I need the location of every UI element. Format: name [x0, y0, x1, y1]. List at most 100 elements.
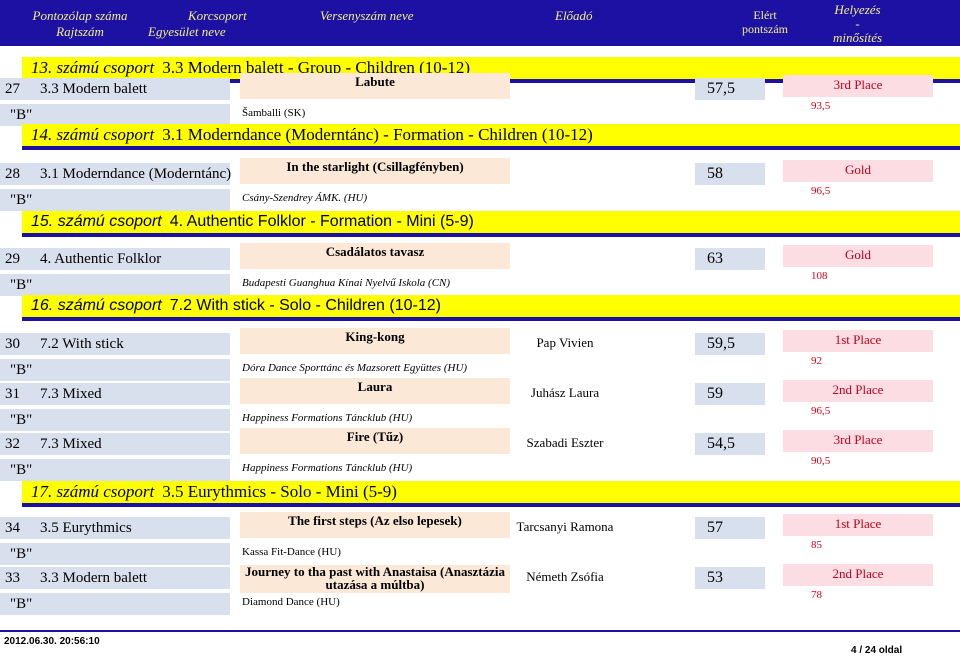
- entry-start-category: 27 3.3 Modern balett: [0, 78, 230, 100]
- piece-title: Fire (Tűz): [346, 429, 404, 444]
- club-name: Happiness Formations Táncklub (HU): [242, 462, 413, 474]
- header-rank-dash: -: [855, 16, 860, 31]
- entry-class-box: "B": [0, 189, 230, 211]
- group-name: 3.1 Moderndance (Moderntánc) - Formation…: [162, 125, 593, 144]
- place-badge: 2nd Place: [783, 564, 933, 586]
- start-number: 32: [5, 436, 20, 452]
- entry-start-category: 29 4. Authentic Folklor: [0, 248, 230, 270]
- footer-divider: [0, 630, 960, 632]
- entry-row: 29 4. Authentic Folklor "B" Csadálatos ta…: [0, 243, 960, 296]
- category-name: 7.2 With stick: [40, 336, 124, 352]
- points-value: 53: [695, 567, 765, 589]
- entry-class-box: "B": [0, 359, 230, 381]
- entry-class-box: "B": [0, 274, 230, 296]
- piece-box: Journey to tha past with Anastaisa (Anas…: [240, 565, 510, 593]
- entry-row: 27 3.3 Modern balett "B" Labute Šamballi …: [0, 73, 960, 126]
- place-badge: 3rd Place: [783, 430, 933, 452]
- piece-box: Laura: [240, 378, 510, 404]
- piece-title: The first steps (Az elso lepesek): [288, 513, 462, 528]
- performer-name: Németh Zsófia: [526, 569, 604, 584]
- points-value: 59,5: [695, 333, 765, 355]
- entry-row: 31 7.3 Mixed "B" Laura Happiness Formatio…: [0, 378, 960, 431]
- header-rank-column: Helyezés - minősítés: [815, 3, 900, 45]
- class-label: "B": [10, 277, 33, 293]
- entry-start-category: 28 3.1 Moderndance (Moderntánc): [0, 163, 232, 185]
- club-name: Csány-Szendrey ÁMK. (HU): [242, 192, 368, 204]
- start-number: 34: [5, 520, 20, 536]
- points-value: 57,5: [695, 78, 765, 100]
- entry-class-box: "B": [0, 593, 230, 615]
- group-number: 13. számú csoport: [31, 58, 155, 77]
- points-value: 63: [695, 248, 765, 270]
- score-value: 90,5: [811, 455, 831, 467]
- header-start-label: Rajtszám: [56, 24, 104, 39]
- category-name: 4. Authentic Folklor: [40, 251, 162, 267]
- group-number: 14. számú csoport: [31, 125, 155, 144]
- class-label: "B": [10, 462, 33, 478]
- group-number: 15. számú csoport: [31, 213, 162, 230]
- group-name: 4. Authentic Folklor - Formation - Mini …: [169, 213, 474, 230]
- header-club-label: Egyesület neve: [148, 24, 226, 39]
- group-header: 16. számú csoport 7.2 With stick - Solo -…: [22, 295, 960, 321]
- category-name: 3.1 Moderndance (Moderntánc): [40, 166, 232, 182]
- column-header-bar: Pontozólap száma Rajtszám Korcsoport Egy…: [0, 0, 960, 46]
- entry-start-category: 32 7.3 Mixed: [0, 433, 230, 455]
- start-number: 30: [5, 336, 20, 352]
- start-number: 29: [5, 251, 20, 267]
- group-name: 3.5 Eurythmics - Solo - Mini (5-9): [162, 482, 397, 501]
- header-points-sub-label: pontszám: [742, 22, 788, 36]
- club-name: Happiness Formations Táncklub (HU): [242, 412, 413, 424]
- header-category-label: Korcsoport: [188, 8, 247, 23]
- entry-start-category: 30 7.2 With stick: [0, 333, 230, 355]
- score-value: 96,5: [811, 185, 831, 197]
- group-header: 15. számú csoport 4. Authentic Folklor - …: [22, 211, 960, 237]
- category-name: 3.3 Modern balett: [40, 81, 148, 97]
- piece-box: King-kong: [240, 328, 510, 354]
- class-label: "B": [10, 107, 33, 123]
- header-rating-label: minősítés: [832, 30, 883, 45]
- page-number: 4 / 24 oldal: [851, 645, 903, 656]
- start-number: 28: [5, 166, 20, 182]
- entry-class-box: "B": [0, 459, 230, 481]
- header-points-column: Elért pontszám: [725, 8, 805, 36]
- category-name: 7.3 Mixed: [40, 436, 102, 452]
- entry-class-box: "B": [0, 409, 230, 431]
- club-name: Dóra Dance Sporttánc és Mazsorett Együtt…: [242, 362, 468, 374]
- entry-row: 34 3.5 Eurythmics "B" The first steps (Az…: [0, 512, 960, 565]
- entry-start-category: 33 3.3 Modern balett: [0, 567, 230, 589]
- club-name: Budapesti Guanghua Kínai Nyelvű Iskola (…: [242, 277, 451, 289]
- entry-row: 30 7.2 With stick "B" King-kong Dóra Danc…: [0, 328, 960, 381]
- club-name: Kassa Fit-Dance (HU): [242, 546, 341, 558]
- entry-class-box: "B": [0, 104, 230, 126]
- piece-title: In the starlight (Csillagfényben): [286, 159, 464, 174]
- entry-start-category: 34 3.5 Eurythmics: [0, 517, 230, 539]
- header-rank-label: Helyezés: [834, 2, 881, 17]
- group-header: 14. számú csoport 3.1 Moderndance (Modern…: [22, 124, 960, 150]
- class-label: "B": [10, 546, 33, 562]
- place-badge: 3rd Place: [783, 75, 933, 97]
- points-value: 54,5: [695, 433, 765, 455]
- piece-title: Journey to tha past with Anastaisa (Anas…: [244, 564, 505, 592]
- header-piece-label: Versenyszám neve: [320, 8, 414, 23]
- piece-box: In the starlight (Csillagfényben): [240, 158, 510, 184]
- category-name: 7.3 Mixed: [40, 386, 102, 402]
- place-badge: Gold: [783, 160, 933, 182]
- piece-title: Laura: [357, 379, 393, 394]
- piece-title: Csadálatos tavasz: [325, 244, 425, 259]
- class-label: "B": [10, 412, 33, 428]
- score-value: 85: [811, 539, 822, 551]
- group-number: 16. számú csoport: [31, 297, 162, 314]
- score-value: 108: [811, 270, 828, 282]
- score-value: 92: [811, 355, 822, 367]
- performer-name: Juhász Laura: [530, 385, 600, 400]
- performer-name: Pap Vivien: [536, 335, 594, 350]
- entry-class-box: "B": [0, 543, 230, 565]
- piece-box: Csadálatos tavasz: [240, 243, 510, 269]
- piece-box: Fire (Tűz): [240, 428, 510, 454]
- entry-row: 33 3.3 Modern balett "B" Journey to tha p…: [0, 564, 960, 615]
- piece-box: The first steps (Az elso lepesek): [240, 512, 510, 538]
- category-name: 3.5 Eurythmics: [40, 520, 132, 536]
- class-label: "B": [10, 192, 33, 208]
- category-name: 3.3 Modern balett: [40, 570, 148, 586]
- score-value: 93,5: [811, 100, 831, 112]
